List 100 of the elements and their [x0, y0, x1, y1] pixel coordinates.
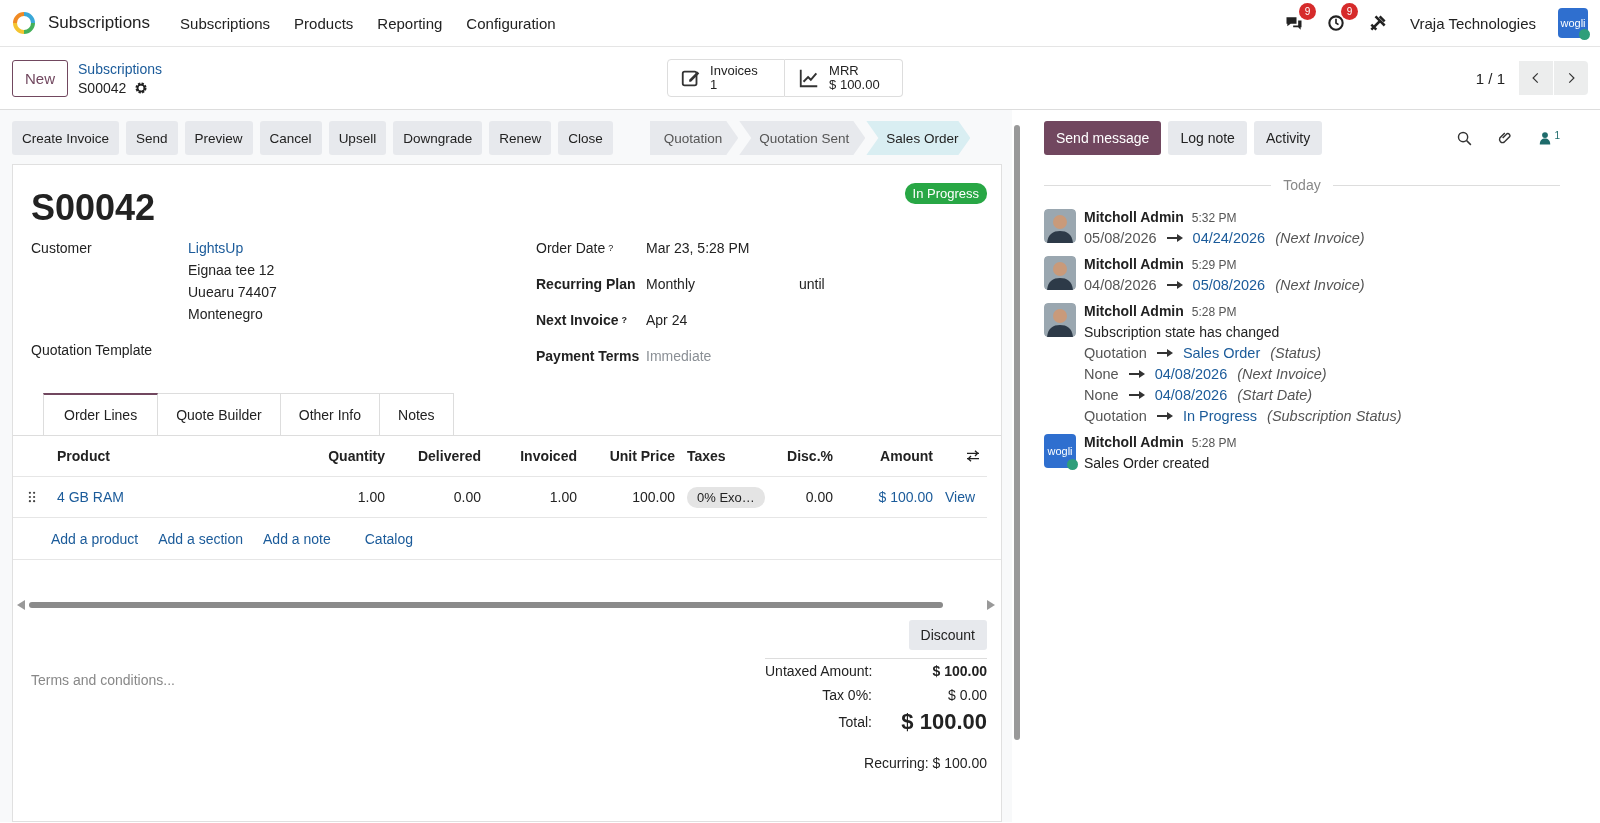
chatter-button[interactable]: Log note — [1168, 121, 1247, 155]
table-cell-text: 1.00 — [356, 488, 386, 507]
customer-link[interactable]: LightsUp — [188, 237, 277, 259]
new-value[interactable]: In Progress — [1182, 408, 1258, 424]
product-link[interactable]: 4 GB RAM — [51, 477, 301, 517]
scroll-right-icon — [987, 600, 995, 610]
status-stage[interactable]: Sales Order — [866, 121, 971, 155]
breadcrumb-link[interactable]: Subscriptions — [78, 60, 163, 77]
new-value[interactable]: 04/08/2026 — [1154, 387, 1228, 403]
table-cell-text: 1.00 — [548, 488, 578, 507]
message-author: Mitcholl Admin — [1084, 303, 1184, 319]
date-separator: Today — [1283, 177, 1321, 193]
old-value: Quotation — [1084, 345, 1147, 361]
add-line-link[interactable]: Add a note — [263, 530, 331, 547]
view-link[interactable]: View — [939, 477, 987, 517]
add-line-link[interactable]: Catalog — [364, 530, 413, 547]
menu-item[interactable]: Reporting — [377, 14, 443, 32]
action-button[interactable]: Upsell — [328, 121, 387, 155]
arrow-icon — [1166, 280, 1183, 290]
new-value[interactable]: 04/08/2026 — [1154, 366, 1228, 382]
new-value[interactable]: 04/24/2026 — [1192, 230, 1266, 246]
stat-button[interactable]: MRR $ 100.00 — [785, 59, 904, 97]
avatar-icon — [1044, 256, 1076, 290]
message-time: 5:28 PM — [1191, 436, 1237, 450]
old-value: None — [1084, 387, 1119, 403]
add-line-link[interactable]: Add a product — [51, 530, 139, 547]
company-logo[interactable]: wogli — [1558, 8, 1588, 38]
tax-tag: 0% Exo… — [687, 486, 765, 508]
record-name: S00042 — [78, 79, 127, 96]
old-value: 04/08/2026 — [1084, 277, 1157, 293]
table-cell-text: 0.00 — [452, 488, 482, 507]
previous-button[interactable] — [1519, 61, 1553, 95]
new-value[interactable]: 05/08/2026 — [1192, 277, 1266, 293]
company-name[interactable]: Vraja Technologies — [1410, 14, 1536, 32]
follower-count[interactable]: 1 — [1554, 130, 1560, 141]
total-value: $ 0.00 — [947, 686, 987, 705]
stat-button[interactable]: Invoices 1 — [667, 59, 786, 97]
app-logo-icon — [12, 11, 36, 35]
message-text: Subscription state has changed — [1084, 324, 1281, 340]
tab[interactable]: Other Info — [280, 393, 381, 435]
field-value[interactable]: Apr 24 — [646, 309, 688, 331]
total-value: $ 100.00 — [900, 708, 987, 736]
menu-item[interactable]: Subscriptions — [180, 14, 271, 32]
arrow-icon — [1166, 233, 1183, 243]
horizontal-scrollbar[interactable] — [29, 602, 943, 608]
clock-icon — [1326, 13, 1347, 33]
action-button[interactable]: Renew — [489, 121, 552, 155]
action-button[interactable]: Preview — [184, 121, 253, 155]
action-button[interactable]: Close — [558, 121, 613, 155]
tab[interactable]: Quote Builder — [158, 393, 281, 435]
field-label: Recurring Plan — [536, 275, 637, 294]
field-name: (Status) — [1270, 345, 1322, 361]
old-value: 05/08/2026 — [1084, 230, 1157, 246]
field-value[interactable]: Monthly — [646, 273, 696, 295]
message-author: Mitcholl Admin — [1084, 434, 1184, 450]
terms-field[interactable]: Terms and conditions... — [31, 672, 175, 771]
column-header[interactable]: Quantity — [301, 436, 391, 476]
column-header[interactable]: Unit Price — [583, 436, 681, 476]
column-settings-icon — [965, 448, 981, 464]
menu-item[interactable]: Configuration — [466, 14, 556, 32]
field-name: (Next Invoice) — [1275, 230, 1365, 246]
scrollbar[interactable] — [1014, 125, 1020, 740]
menu-item[interactable]: Products — [294, 14, 354, 32]
app-name[interactable]: Subscriptions — [48, 13, 151, 33]
scroll-left-icon — [17, 600, 25, 610]
next-button[interactable] — [1554, 61, 1588, 95]
action-button[interactable]: Send — [126, 121, 178, 155]
chatter-button[interactable]: Activity — [1253, 121, 1323, 155]
address-line: Eignaa tee 12 — [188, 261, 276, 280]
status-stage[interactable]: Quotation — [649, 121, 739, 155]
tab[interactable]: Notes — [380, 393, 454, 435]
column-header[interactable]: Delivered — [391, 436, 487, 476]
column-header[interactable]: Product — [51, 436, 301, 476]
drag-handle-icon — [27, 490, 37, 504]
total-label: Total: — [838, 713, 872, 732]
message-text: Sales Order created — [1084, 455, 1211, 471]
total-label: Tax 0%: — [822, 686, 872, 705]
table-cell-text: 100.00 — [631, 488, 676, 507]
discount-button[interactable]: Discount — [908, 620, 987, 650]
column-header[interactable]: Disc.% — [771, 436, 839, 476]
column-header[interactable]: Invoiced — [487, 436, 583, 476]
action-button[interactable]: Downgrade — [393, 121, 483, 155]
status-stage[interactable]: Quotation Sent — [739, 121, 866, 155]
arrow-icon — [1128, 369, 1145, 379]
new-value[interactable]: Sales Order — [1182, 345, 1261, 361]
company-avatar: wogli — [1044, 434, 1076, 468]
chatter-button[interactable]: Send message — [1044, 121, 1162, 155]
field-value[interactable]: Mar 23, 5:28 PM — [646, 237, 750, 259]
column-header[interactable]: Taxes — [681, 436, 771, 476]
total-value: $ 100.00 — [931, 662, 987, 681]
column-header[interactable]: Amount — [839, 436, 939, 476]
action-button[interactable]: Cancel — [259, 121, 322, 155]
field-suffix: until — [799, 275, 825, 294]
person-icon — [1538, 130, 1553, 146]
field-label: Order Date $^{?}$ — [536, 239, 615, 258]
action-button[interactable]: Create Invoice — [12, 121, 120, 155]
tab[interactable]: Order Lines — [43, 393, 159, 435]
amount-link[interactable]: $ 100.00 — [839, 477, 939, 517]
add-line-link[interactable]: Add a section — [158, 530, 243, 547]
new-button[interactable]: New — [12, 59, 68, 97]
